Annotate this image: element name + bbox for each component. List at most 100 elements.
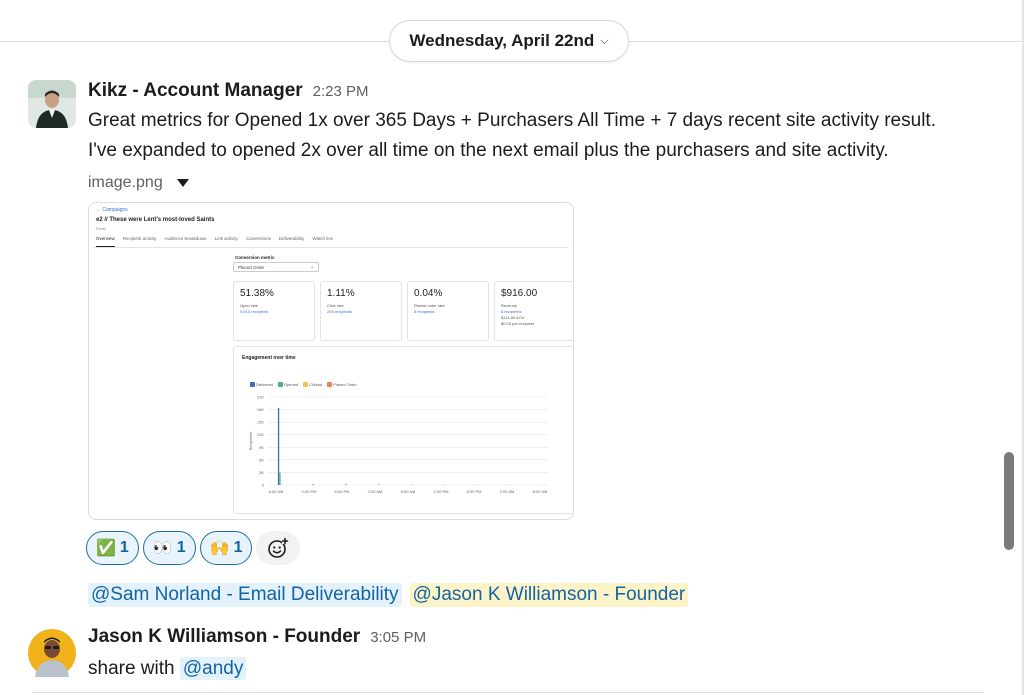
tab-overview: Overview (96, 236, 115, 247)
tab-deliverability: Deliverability (278, 236, 305, 241)
reaction-raised-hands[interactable]: 🙌 1 (199, 531, 253, 565)
tab-recipient-activity: Recipient activity (122, 236, 157, 241)
caret-down-icon[interactable] (176, 179, 189, 187)
metric-label: Click rate (327, 303, 344, 308)
mention-andy[interactable]: @andy (179, 657, 247, 680)
tab-link-activity: Link activity (214, 236, 238, 241)
legend-swatch (327, 382, 333, 388)
add-reaction-button[interactable] (256, 531, 301, 565)
series-bar-opened (312, 483, 314, 485)
legend-label: Delivered (256, 382, 273, 387)
metric-card: $916.00 Revenue 8 recipients $114.50 AOV… (494, 281, 573, 341)
screenshot-content: ← Campaigns e2 // These were Lent's most… (89, 203, 573, 519)
metric-note: $114.50 AOV (501, 315, 525, 320)
legend-item: Opened (277, 382, 299, 388)
legend-item: Delivered (250, 382, 273, 388)
metric-link: 206 recipients (327, 309, 352, 314)
series-bar-opened (345, 484, 347, 485)
message-text: share with @andy (88, 654, 1000, 684)
engagement-title: Engagement over time (242, 355, 296, 361)
x-tick-label: 2:00 PM (302, 489, 317, 494)
eyes-icon: 👀 (152, 540, 173, 557)
metric-card: 0.04% Placed order rate 8 recipients (407, 281, 489, 341)
timestamp[interactable]: 2:23 PM (313, 83, 369, 100)
chevron-down-icon: ⌄ (310, 264, 314, 269)
chevron-down-icon: ⌵ (600, 35, 609, 47)
sender-name[interactable]: Jason K Williamson - Founder (88, 626, 360, 648)
scrollbar-thumb[interactable] (1004, 452, 1014, 550)
y-tick-label: 12K (257, 432, 264, 437)
avatar[interactable] (28, 80, 76, 128)
raised-hands-icon: 🙌 (209, 540, 230, 557)
y-axis-label: Recipients (248, 432, 253, 451)
x-tick-label: 8:00 AM (401, 489, 416, 494)
reaction-eyes[interactable]: 👀 1 (142, 531, 196, 565)
campaign-title: e2 // These were Lent's most-loved Saint… (96, 217, 215, 223)
metric-value: $916.00 (501, 288, 538, 299)
legend-label: Opened (283, 382, 299, 387)
message-body: Jason K Williamson - Founder 3:05 PM sha… (88, 626, 1000, 684)
metric-card: 51.38% Open rate 9,510 recipients (233, 281, 315, 341)
x-tick-label: 8:00 AM (533, 489, 548, 494)
conversion-metric-value: Placed Order (238, 264, 265, 270)
reaction-check[interactable]: ✅ 1 (86, 531, 139, 565)
metric-link: 9,510 recipients (240, 309, 269, 314)
avatar[interactable] (28, 629, 76, 677)
mention-sam-norland[interactable]: @Sam Norland - Email Deliverability (88, 583, 402, 607)
legend-swatch (277, 382, 283, 388)
message-text: Great metrics for Opened 1x over 365 Day… (88, 106, 1000, 166)
date-divider-button[interactable]: Wednesday, April 22nd ⌵ (389, 20, 629, 62)
reaction-count: 1 (176, 539, 186, 556)
y-tick-label: 15K (257, 420, 264, 425)
engagement-panel: Engagement over time Delivered Opened Cl… (233, 346, 573, 514)
legend-swatch (303, 382, 309, 388)
conversion-metric-select: Placed Order ⌄ (233, 262, 319, 272)
chart-legend: Delivered Opened Clicked Placed Order (250, 382, 357, 388)
metric-value: 51.38% (240, 288, 274, 299)
composer-edge (32, 692, 984, 693)
series-bar-opened (411, 484, 413, 485)
file-name: image.png (88, 174, 163, 191)
reaction-count: 1 (233, 539, 243, 556)
legend-item: Clicked (303, 382, 323, 388)
metric-value: 0.04% (414, 288, 443, 299)
y-tick-label: 18K (257, 407, 264, 412)
reactions-bar: ✅ 1 👀 1 🙌 1 (86, 531, 301, 565)
legend-label: Placed Order (333, 382, 357, 387)
campaign-type: Email (96, 226, 107, 231)
message-line: I've expanded to opened 2x over all time… (88, 140, 889, 161)
y-tick-label: 21K (257, 395, 264, 400)
attachment-header[interactable]: image.png (88, 172, 1000, 194)
metric-link: 8 recipients (414, 309, 435, 314)
conversion-metric-label: Conversion metric (235, 255, 275, 260)
series-bar-opened (378, 484, 380, 485)
metric-link: 8 recipients (501, 309, 522, 314)
tab-audience-breakdown: Audience breakdown (164, 236, 207, 241)
timestamp[interactable]: 3:05 PM (370, 629, 426, 646)
mention-jason-williamson[interactable]: @Jason K Williamson - Founder (409, 583, 689, 607)
message-header: Jason K Williamson - Founder 3:05 PM (88, 626, 1000, 652)
reaction-count: 1 (119, 539, 129, 556)
check-mark-icon: ✅ (96, 540, 116, 557)
y-tick-label: 3K (259, 470, 264, 475)
sender-name[interactable]: Kikz - Account Manager (88, 80, 303, 102)
metric-label: Placed order rate (414, 303, 445, 308)
x-tick-label: 2:00 AM (368, 489, 383, 494)
x-tick-label: 2:00 PM (434, 489, 449, 494)
metric-card: 1.11% Click rate 206 recipients (320, 281, 402, 341)
x-tick-label: 6:00 AM (269, 489, 284, 494)
x-tick-label: 8:00 PM (467, 489, 482, 494)
y-tick-label: 9K (259, 445, 264, 450)
add-emoji-icon (268, 537, 289, 558)
series-bar-delivered (277, 407, 280, 485)
metric-value: 1.11% (327, 288, 355, 299)
date-label: Wednesday, April 22nd (409, 31, 595, 50)
breadcrumb: ← Campaigns (96, 207, 128, 213)
message-header: Kikz - Account Manager 2:23 PM (88, 80, 1000, 106)
metric-note: $0.05 per recipient (501, 321, 535, 326)
legend-label: Clicked (309, 382, 323, 387)
image-preview[interactable]: ← Campaigns e2 // These were Lent's most… (88, 202, 574, 520)
mentions-line: @Sam Norland - Email Deliverability @Jas… (88, 583, 689, 607)
tab-bar: Overview Recipient activity Audience bre… (93, 236, 569, 248)
message-line: Great metrics for Opened 1x over 365 Day… (88, 110, 936, 131)
